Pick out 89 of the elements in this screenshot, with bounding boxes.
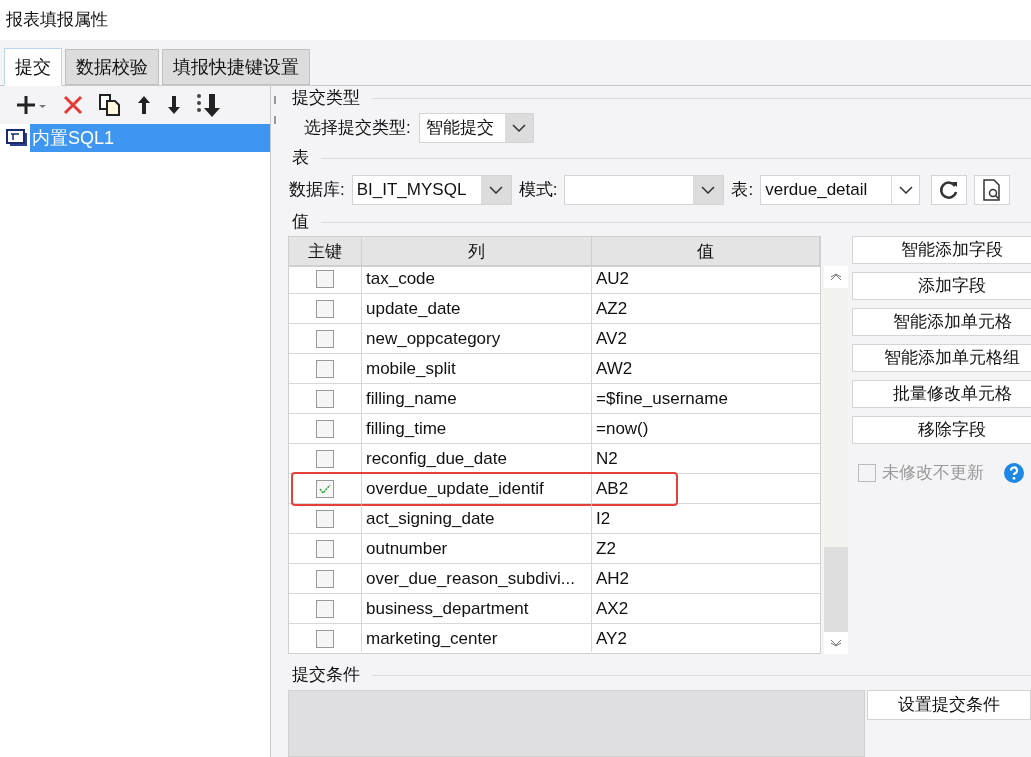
table-cell: tax_code — [362, 267, 592, 293]
table-dropdown[interactable]: verdue_detail — [760, 175, 921, 205]
action-button[interactable]: 智能添加单元格 — [852, 308, 1031, 336]
field-label: 选择提交类型: — [304, 117, 411, 140]
scrollbar[interactable] — [824, 266, 848, 654]
add-icon[interactable] — [14, 93, 48, 117]
column-header[interactable]: 列 — [362, 237, 592, 265]
double-chevron-down-icon — [830, 639, 842, 647]
delete-icon[interactable] — [62, 94, 84, 116]
checkbox-label: 未修改不更新 — [882, 462, 984, 484]
table-cell-text: =$fine_username — [595, 388, 729, 410]
table-cell-text: AX2 — [595, 598, 630, 620]
column-header[interactable]: 主键 — [289, 237, 362, 265]
table-cell-text: AY2 — [595, 628, 628, 650]
action-button[interactable]: 批量修改单元格 — [852, 380, 1031, 408]
checkbox[interactable] — [316, 539, 334, 558]
checkbox[interactable] — [316, 629, 334, 648]
table-cell: filling_name — [362, 384, 592, 413]
table-cell-text: AV2 — [595, 328, 628, 350]
field-label: 表: — [731, 179, 754, 202]
set-condition-button[interactable]: 设置提交条件 — [867, 690, 1031, 720]
section-title: 提交类型 — [291, 87, 361, 110]
checkbox[interactable] — [316, 509, 334, 528]
table-cell: update_date — [362, 294, 592, 323]
tab[interactable]: 提交 — [4, 48, 62, 86]
scroll-down-button[interactable] — [824, 632, 848, 654]
table-cell-text: AB2 — [595, 478, 630, 500]
table-cell: business_department — [362, 594, 592, 623]
field-label: 模式: — [518, 179, 558, 202]
checkbox[interactable] — [316, 569, 334, 588]
scrollbar-thumb[interactable] — [824, 547, 848, 632]
checkbox[interactable] — [316, 599, 334, 618]
database-dropdown[interactable]: BI_IT_MYSQL — [351, 175, 512, 205]
table-cell: overdue_update_identif — [362, 474, 592, 503]
chevron-down-icon — [488, 186, 503, 194]
move-up-icon[interactable] — [136, 94, 152, 116]
checkbox[interactable] — [316, 419, 334, 438]
action-button[interactable]: 移除字段 — [852, 416, 1031, 444]
checkbox[interactable] — [316, 359, 334, 378]
table-cell-text: AH2 — [595, 568, 631, 590]
table-cell-text: AU2 — [595, 268, 631, 290]
section-title: 值 — [291, 211, 310, 234]
move-down-icon[interactable] — [166, 94, 182, 116]
table-cell-text: Z2 — [595, 538, 617, 560]
help-icon[interactable] — [1004, 462, 1024, 483]
table-cell: filling_time — [362, 414, 592, 443]
action-button[interactable]: 添加字段 — [852, 272, 1031, 300]
preview-button[interactable] — [974, 175, 1011, 205]
checkbox[interactable] — [316, 389, 334, 408]
document-search-icon — [982, 179, 1003, 201]
table-cell-text: I2 — [595, 508, 612, 530]
checkbox[interactable] — [316, 479, 334, 498]
table-cell: act_signing_date — [362, 504, 592, 533]
refresh-icon — [939, 180, 960, 200]
action-button[interactable]: 智能添加单元格组 — [852, 344, 1031, 372]
tab[interactable]: 填报快捷键设置 — [162, 49, 310, 85]
schema-dropdown[interactable] — [564, 175, 725, 205]
table-cell: outnumber — [362, 534, 592, 563]
table-cell: marketing_center — [362, 624, 592, 652]
chevron-down-icon — [701, 186, 716, 194]
checkbox[interactable] — [316, 299, 334, 318]
splitter-handle-icon[interactable] — [272, 96, 277, 126]
table-cell-text: AW2 — [595, 358, 634, 380]
checkbox[interactable] — [316, 269, 334, 288]
field-label: 数据库: — [289, 179, 345, 202]
table-cell: mobile_split — [362, 354, 592, 383]
table-cell-text: AZ2 — [595, 298, 629, 320]
chevron-down-icon — [511, 124, 526, 132]
table-cell-text: =now() — [595, 418, 650, 440]
section-title: 提交条件 — [291, 664, 361, 687]
table-cell: reconfig_due_date — [362, 444, 592, 473]
table-cell: over_due_reason_subdivi... — [362, 564, 592, 593]
move-to-bottom-icon[interactable] — [196, 92, 222, 118]
table-cell-text: N2 — [595, 448, 619, 470]
section-title: 表 — [291, 147, 310, 170]
sql-table-icon — [6, 129, 28, 147]
submit-type-dropdown[interactable]: 智能提交 — [418, 113, 534, 143]
action-button[interactable]: 智能添加字段 — [852, 236, 1031, 264]
window-title: 报表填报属性 — [6, 9, 108, 32]
double-chevron-up-icon — [830, 273, 842, 281]
scroll-up-button[interactable] — [824, 266, 848, 288]
copy-icon[interactable] — [98, 93, 122, 117]
table-cell: new_oppcategory — [362, 324, 592, 353]
checkbox[interactable] — [316, 449, 334, 468]
chevron-down-icon — [898, 186, 913, 194]
refresh-button[interactable] — [931, 175, 968, 205]
column-header[interactable]: 值 — [592, 237, 820, 265]
tab[interactable]: 数据校验 — [65, 49, 159, 85]
checkbox[interactable] — [316, 329, 334, 348]
